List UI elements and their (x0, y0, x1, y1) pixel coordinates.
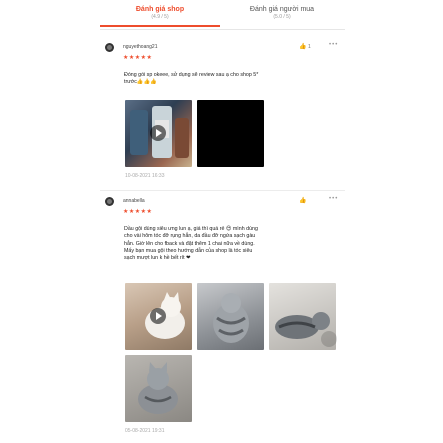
play-icon[interactable] (150, 308, 166, 324)
tab-buyer-reviews[interactable]: Đánh giá người mua (5.0 / 5) (222, 2, 342, 21)
review-item: nguyethoang21 👍 1 ••• ★★★★★ Đóng gói sp … (105, 42, 345, 183)
review-tabs: Đánh giá shop (4.9 / 5) Đánh giá người m… (100, 2, 345, 30)
star-rating: ★★★★★ (123, 55, 153, 61)
more-options-icon[interactable]: ••• (329, 42, 338, 48)
review-header: nguyethoang21 👍 1 ••• (105, 42, 345, 53)
tab-shop-reviews-label: Đánh giá shop (135, 6, 185, 13)
review-comment: Đóng gói sp okeee, sử dụng sẽ review sau… (124, 72, 259, 86)
review-comment: Dầu gội dùng siêu ưng lun ạ, giá thì quá… (124, 226, 258, 262)
review-divider (100, 190, 345, 191)
tab-shop-reviews[interactable]: Đánh giá shop (4.9 / 5) (100, 2, 220, 21)
review-photo-thumbnail[interactable] (125, 355, 192, 422)
play-icon[interactable] (150, 125, 166, 141)
review-item: annabella 👍 ••• ★★★★★ Dầu gội dùng siêu … (105, 196, 345, 437)
review-timestamp: 10-08-2021 16:33 (125, 173, 165, 179)
review-photo-thumbnail[interactable] (197, 100, 264, 167)
review-timestamp: 05-08-2021 19:31 (125, 428, 165, 434)
cat-photo-graphic (138, 362, 178, 414)
tab-shop-reviews-rating: (4.9 / 5) (151, 14, 169, 20)
review-video-thumbnail[interactable] (125, 100, 192, 167)
thumbs-up-icon[interactable]: 👍 (299, 43, 306, 50)
avatar[interactable] (105, 197, 114, 206)
cat-photo-graphic (213, 293, 249, 343)
thumbs-up-icon[interactable]: 👍 (299, 197, 306, 204)
review-header: annabella 👍 ••• (105, 196, 345, 207)
tab-buyer-reviews-rating: (5.0 / 5) (273, 14, 291, 20)
star-rating: ★★★★★ (123, 209, 153, 215)
tabs-divider (100, 29, 345, 30)
like-count: 1 (308, 44, 311, 50)
review-username[interactable]: nguyethoang21 (123, 44, 157, 50)
more-options-icon[interactable]: ••• (329, 196, 338, 202)
review-video-thumbnail[interactable] (125, 283, 192, 350)
active-tab-indicator (100, 25, 220, 27)
tab-buyer-reviews-label: Đánh giá người mua (249, 6, 315, 13)
avatar[interactable] (105, 43, 114, 52)
review-photo-thumbnail[interactable] (197, 283, 264, 350)
next-media-button[interactable] (321, 331, 337, 347)
review-username[interactable]: annabella (123, 198, 145, 204)
